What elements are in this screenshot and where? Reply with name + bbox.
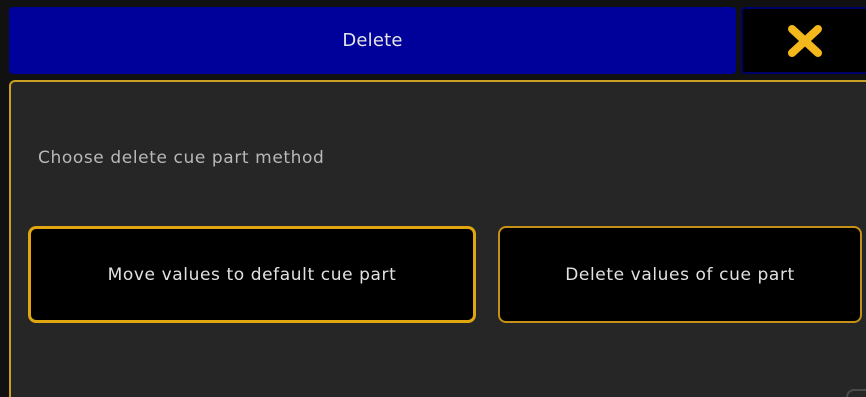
close-button[interactable]: [741, 7, 866, 74]
dialog-title: Delete: [342, 30, 403, 51]
delete-values-button[interactable]: Delete values of cue part: [498, 226, 862, 323]
move-values-to-default-button[interactable]: Move values to default cue part: [28, 226, 476, 323]
resize-corner: [846, 389, 866, 397]
dialog-title-bar: Delete: [9, 7, 736, 74]
delete-values-label: Delete values of cue part: [565, 264, 795, 285]
dialog-prompt: Choose delete cue part method: [38, 148, 325, 168]
move-values-label: Move values to default cue part: [107, 264, 397, 285]
close-x-icon: [786, 23, 824, 59]
